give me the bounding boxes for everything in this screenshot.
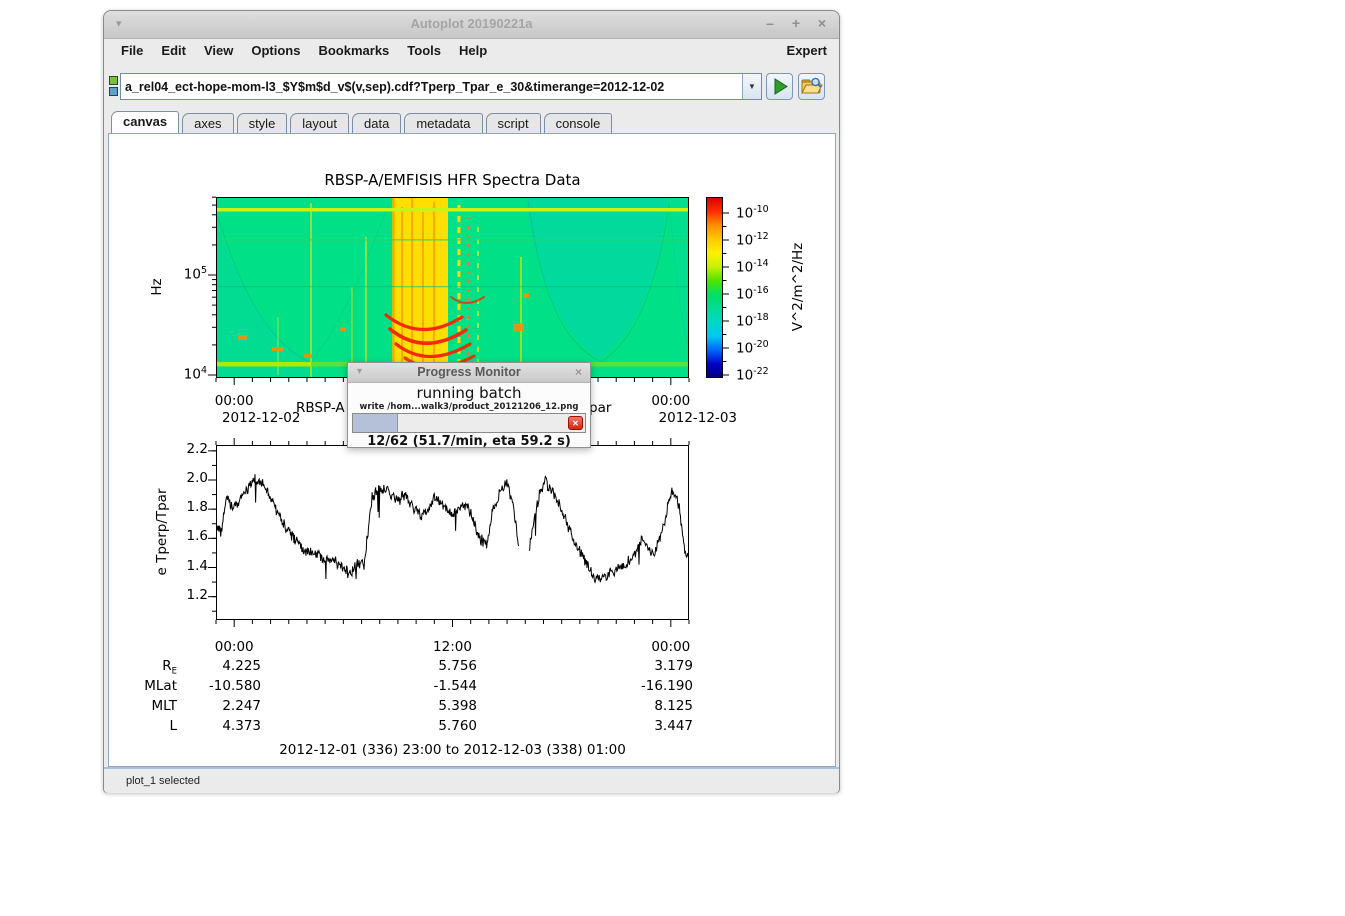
table-cell: 5.760 [357, 718, 477, 734]
spectrogram-image[interactable] [216, 197, 689, 378]
tick-label: 00:00 [204, 393, 264, 409]
colorbar-tick-label: 10-12 [736, 231, 794, 249]
tab-bar: canvasaxesstylelayoutdatametadatascriptc… [111, 111, 835, 133]
menu-items: FileEditViewOptionsBookmarksToolsHelp [112, 43, 496, 58]
cancel-x-icon: ✕ [572, 419, 579, 428]
datasource-indicator-icon [109, 76, 119, 98]
colorbar-tick-label: 10-16 [736, 285, 794, 303]
progress-dialog-titlebar[interactable]: ▾ Progress Monitor × [348, 363, 590, 383]
go-button[interactable] [766, 73, 793, 100]
status-text: plot_1 selected [126, 775, 200, 787]
play-icon [767, 74, 792, 99]
colorbar-tick-label: 10-18 [736, 312, 794, 330]
maximize-button[interactable]: + [789, 15, 803, 31]
chevron-down-icon: ▼ [748, 82, 756, 91]
plot-canvas[interactable]: RBSP-A/EMFISIS HFR Spectra Data Hz V^2/m… [109, 134, 835, 766]
tick-label: 1.2 [154, 587, 208, 603]
table-cell: 8.125 [573, 698, 693, 714]
uri-combobox[interactable]: ▼ [120, 73, 762, 100]
desktop: ▾ Autoplot 20190221a – + × FileEditViewO… [0, 0, 1345, 916]
progress-bar-fill [353, 414, 398, 432]
tab-data[interactable]: data [352, 113, 401, 133]
table-cell: 2.247 [141, 698, 261, 714]
tab-metadata[interactable]: metadata [404, 113, 482, 133]
tab-console[interactable]: console [544, 113, 613, 133]
tab-script[interactable]: script [486, 113, 541, 133]
colorbar-tick-label: 10-10 [736, 204, 794, 222]
tick-label: 00:00 [641, 639, 701, 655]
menu-options[interactable]: Options [242, 43, 309, 58]
colorbar[interactable] [706, 197, 723, 378]
uri-dropdown-button[interactable]: ▼ [742, 74, 761, 99]
table-cell: -16.190 [573, 678, 693, 694]
tick-label: 2012-12-03 [652, 410, 744, 426]
close-button[interactable]: × [815, 15, 829, 31]
canvas-panel: RBSP-A/EMFISIS HFR Spectra Data Hz V^2/m… [108, 133, 836, 767]
tick-label: 1.4 [154, 558, 208, 574]
dialog-close-icon[interactable]: × [575, 365, 582, 379]
minimize-button[interactable]: – [763, 15, 777, 31]
progress-bar: ✕ [352, 413, 586, 433]
tick-label: 00:00 [641, 393, 701, 409]
table-cell: 3.447 [573, 718, 693, 734]
menu-bookmarks[interactable]: Bookmarks [309, 43, 398, 58]
progress-monitor-dialog[interactable]: ▾ Progress Monitor × running batch write… [347, 362, 591, 448]
menu-edit[interactable]: Edit [152, 43, 195, 58]
table-cell: 5.398 [357, 698, 477, 714]
menu-view[interactable]: View [195, 43, 242, 58]
progress-detail-label: write /hom...walk3/product_20121206_12.p… [348, 402, 590, 412]
tab-axes[interactable]: axes [182, 113, 233, 133]
tab-canvas[interactable]: canvas [111, 111, 179, 133]
plot-title: RBSP-A/EMFISIS HFR Spectra Data [216, 171, 689, 189]
table-cell: 4.373 [141, 718, 261, 734]
tick-label: 2.0 [154, 470, 208, 486]
cancel-progress-button[interactable]: ✕ [568, 416, 583, 430]
menu-file[interactable]: File [112, 43, 152, 58]
tick-label: 1.8 [154, 499, 208, 515]
table-cell: -10.580 [141, 678, 261, 694]
tick-label: 105 [151, 265, 207, 283]
table-cell: 4.225 [141, 658, 261, 674]
window-title: Autoplot 20190221a [104, 16, 839, 31]
tab-style[interactable]: style [237, 113, 288, 133]
table-cell: 3.179 [573, 658, 693, 674]
toolbar: ▼ [104, 61, 839, 111]
expert-mode-label[interactable]: Expert [787, 43, 827, 58]
folder-search-icon [799, 74, 824, 99]
table-cell: 5.756 [357, 658, 477, 674]
progress-task-label: running batch [348, 384, 590, 402]
colorbar-tick-label: 10-14 [736, 258, 794, 276]
table-cell: -1.544 [357, 678, 477, 694]
tick-label: 12:00 [423, 639, 483, 655]
plot2-title-fragment-right: par [589, 400, 611, 416]
window-titlebar[interactable]: ▾ Autoplot 20190221a – + × [104, 11, 839, 39]
progress-status-label: 12/62 (51.7/min, eta 59.2 s) [348, 434, 590, 449]
tick-label: 104 [151, 365, 207, 383]
menubar: FileEditViewOptionsBookmarksToolsHelp Ex… [104, 39, 839, 61]
menu-tools[interactable]: Tools [398, 43, 450, 58]
tick-label: 2.2 [154, 441, 208, 457]
tick-label: 00:00 [204, 639, 264, 655]
colorbar-tick-label: 10-20 [736, 339, 794, 357]
line-plot[interactable] [216, 446, 689, 620]
progress-dialog-title: Progress Monitor [348, 365, 590, 379]
tab-layout[interactable]: layout [290, 113, 349, 133]
statusbar: plot_1 selected [104, 767, 839, 793]
uri-input[interactable] [121, 74, 742, 99]
time-range-footer: 2012-12-01 (336) 23:00 to 2012-12-03 (33… [216, 742, 689, 758]
tick-label: 2012-12-02 [215, 410, 307, 426]
colorbar-tick-label: 10-22 [736, 366, 794, 384]
tick-label: 1.6 [154, 528, 208, 544]
browse-button[interactable] [798, 73, 825, 100]
menu-help[interactable]: Help [450, 43, 496, 58]
